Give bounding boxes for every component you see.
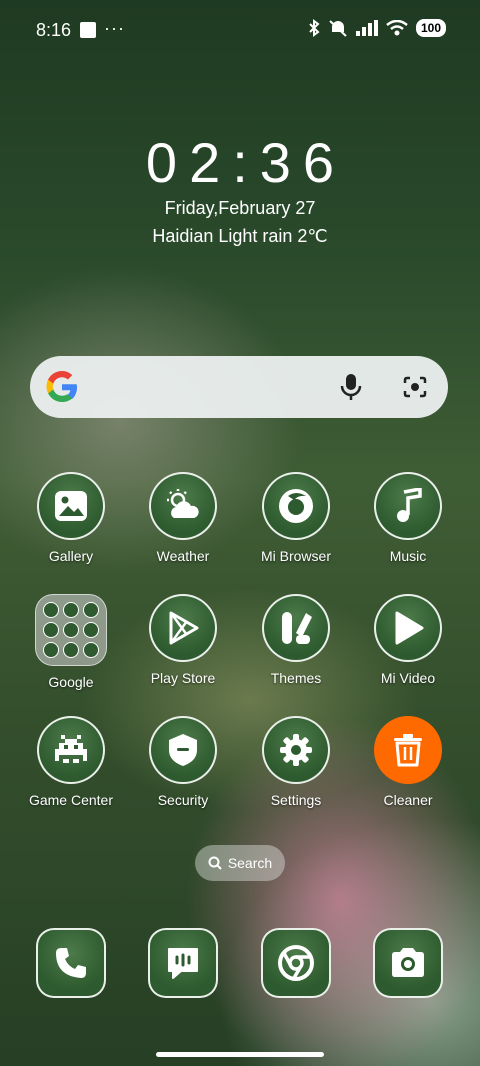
app-settings[interactable]: Settings (240, 716, 352, 808)
search-icon (208, 856, 222, 870)
dock-phone[interactable] (15, 928, 127, 998)
app-label: Music (389, 548, 427, 564)
gesture-bar[interactable] (156, 1052, 324, 1057)
maps-icon (43, 622, 59, 638)
app-gallery[interactable]: Gallery (15, 472, 127, 564)
app-mi-video[interactable]: Mi Video (352, 594, 464, 686)
app-label: Weather (156, 548, 210, 564)
app-label: Cleaner (383, 792, 433, 808)
assistant-icon (83, 602, 99, 618)
phone-icon (36, 928, 106, 998)
gallery-icon (37, 472, 105, 540)
app-label: Google (48, 674, 94, 690)
dock-messages[interactable] (127, 928, 239, 998)
home-search-button[interactable]: Search (195, 845, 285, 881)
app-cleaner[interactable]: Cleaner (352, 716, 464, 808)
app-game-center[interactable]: Game Center (15, 716, 127, 808)
chrome-icon (261, 928, 331, 998)
app-security[interactable]: Security (127, 716, 239, 808)
app-label: Themes (270, 670, 322, 686)
weather-text[interactable]: Haidian Light rain 2℃ (0, 226, 480, 247)
app-themes[interactable]: Themes (240, 594, 352, 686)
notification-icon (80, 22, 96, 38)
google-search-bar[interactable] (30, 356, 448, 418)
app-label: Security (157, 792, 209, 808)
themes-icon (262, 594, 330, 662)
status-bar: 8:16 ··· 100 (0, 0, 480, 60)
weather-icon (149, 472, 217, 540)
mute-icon (329, 20, 347, 37)
video-icon (374, 594, 442, 662)
dock-camera[interactable] (352, 928, 464, 998)
home-search-label: Search (227, 855, 273, 871)
game-icon (37, 716, 105, 784)
drive-icon (63, 622, 79, 638)
play-store-icon (149, 594, 217, 662)
app-label: Mi Browser (260, 548, 331, 564)
status-icons: 100 (308, 19, 446, 37)
app-label: Mi Video (380, 670, 436, 686)
signal-icon (355, 20, 378, 36)
clock-date: Friday,February 27 (164, 198, 316, 218)
clock-time[interactable]: 02:36 (0, 130, 480, 195)
app-play-store[interactable]: Play Store (127, 594, 239, 686)
messages-icon (148, 928, 218, 998)
music-icon (374, 472, 442, 540)
mic-icon[interactable] (340, 373, 362, 401)
app-google-folder[interactable]: Google (15, 594, 127, 690)
google-logo (46, 371, 77, 402)
camera-icon (373, 928, 443, 998)
status-time: 8:16 (36, 20, 72, 40)
app-label: Gallery (48, 548, 94, 564)
gmail-icon (63, 602, 79, 618)
google-icon (43, 602, 59, 618)
folder-icon (35, 594, 107, 666)
games-icon (63, 642, 79, 658)
trash-icon (374, 716, 442, 784)
app-music[interactable]: Music (352, 472, 464, 564)
app-mi-browser[interactable]: Mi Browser (240, 472, 352, 564)
photos-icon (43, 642, 59, 658)
more-notifications: ··· (104, 18, 125, 38)
dock-chrome[interactable] (240, 928, 352, 998)
app-label: Play Store (150, 670, 216, 686)
app-label: Settings (270, 792, 322, 808)
app-weather[interactable]: Weather (127, 472, 239, 564)
contacts-icon (83, 642, 99, 658)
bluetooth-icon (309, 19, 320, 37)
shield-icon (149, 716, 217, 784)
lens-icon[interactable] (402, 375, 428, 399)
app-label: Game Center (28, 792, 114, 808)
files-icon (83, 622, 99, 638)
battery-icon: 100 (415, 19, 446, 37)
wifi-icon (386, 20, 408, 36)
browser-icon (262, 472, 330, 540)
gear-icon (262, 716, 330, 784)
